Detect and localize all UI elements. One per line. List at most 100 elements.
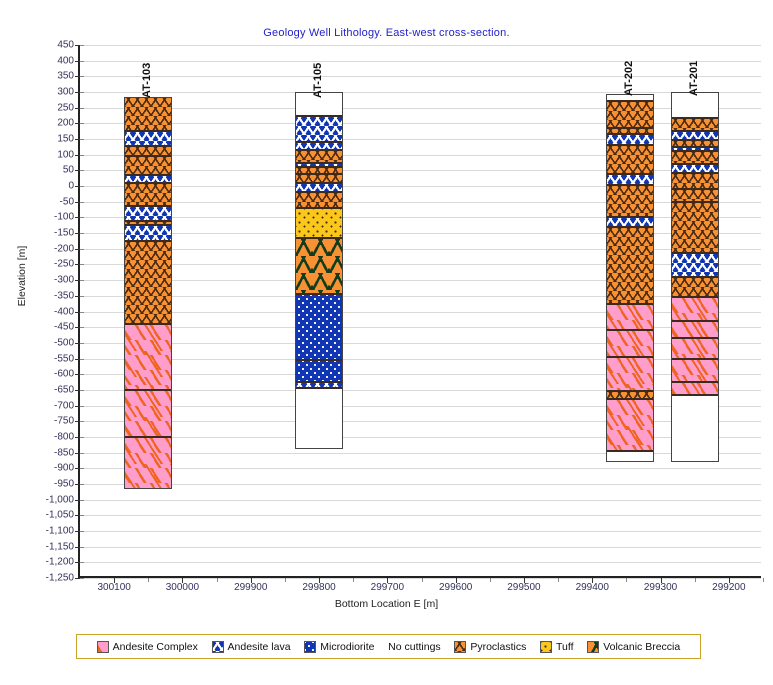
lithology-layer[interactable]	[670, 297, 719, 321]
gridline	[80, 515, 761, 517]
y-tick-inner-mark	[80, 342, 84, 344]
lithology-layer[interactable]	[670, 338, 719, 359]
legend-item[interactable]: Volcanic Breccia	[587, 640, 680, 653]
legend-item[interactable]: No cuttings	[388, 641, 441, 653]
lithology-layer[interactable]	[295, 173, 344, 183]
well-column[interactable]	[605, 93, 654, 462]
lithology-layer[interactable]	[605, 391, 654, 400]
lithology-chart: Geology Well Lithology. East-west cross-…	[0, 0, 773, 685]
legend-swatch-tuff-icon	[540, 640, 553, 653]
legend-label: No cuttings	[388, 640, 441, 653]
x-tick-minor-mark	[626, 578, 628, 582]
lithology-layer[interactable]	[670, 189, 719, 202]
y-tick-inner-mark	[80, 139, 84, 141]
y-tick-inner-mark	[80, 154, 84, 156]
lithology-layer[interactable]	[295, 150, 344, 163]
legend-item[interactable]: Pyroclastics	[454, 640, 526, 653]
lithology-layer[interactable]	[295, 192, 344, 209]
legend-label: Andesite Complex	[112, 640, 198, 653]
lithology-layer[interactable]	[670, 139, 719, 147]
y-tick-inner-mark	[80, 358, 84, 360]
legend-item[interactable]: Tuff	[540, 640, 574, 653]
lithology-layer[interactable]	[605, 330, 654, 357]
y-tick-inner-mark	[80, 405, 84, 407]
lithology-layer[interactable]	[605, 173, 654, 185]
lithology-layer[interactable]	[670, 253, 719, 277]
lithology-layer[interactable]	[670, 320, 719, 339]
lithology-layer[interactable]	[295, 237, 344, 295]
lithology-layer[interactable]	[295, 182, 344, 193]
y-tick-inner-mark	[80, 421, 84, 423]
well-column[interactable]	[295, 92, 344, 450]
lithology-layer[interactable]	[295, 360, 344, 383]
lithology-layer[interactable]	[605, 134, 654, 146]
y-tick-label: -100	[53, 211, 74, 223]
y-tick-inner-mark	[80, 201, 84, 203]
lithology-layer[interactable]	[295, 115, 344, 143]
lithology-layer[interactable]	[124, 240, 173, 325]
lithology-layer[interactable]	[670, 172, 719, 190]
lithology-layer[interactable]	[124, 131, 173, 146]
lithology-layer[interactable]	[124, 182, 173, 207]
lithology-layer[interactable]	[605, 217, 654, 227]
lithology-layer[interactable]	[124, 175, 173, 183]
lithology-layer[interactable]	[295, 208, 344, 238]
lithology-layer[interactable]	[295, 388, 344, 450]
legend-swatch-andesite-complex-icon	[96, 640, 109, 653]
x-tick-label: 300000	[165, 582, 200, 593]
gridline	[80, 186, 761, 188]
y-tick-label: 50	[62, 164, 74, 176]
gridline	[80, 107, 761, 109]
y-tick-label: -550	[53, 353, 74, 365]
lithology-layer[interactable]	[605, 101, 654, 129]
gridline	[80, 92, 761, 94]
lithology-layer[interactable]	[295, 166, 344, 174]
lithology-layer[interactable]	[670, 276, 719, 298]
y-tick-inner-mark	[80, 578, 84, 579]
lithology-layer[interactable]	[124, 389, 173, 437]
lithology-layer[interactable]	[670, 382, 719, 395]
x-tick-minor-mark	[284, 578, 286, 582]
lithology-layer[interactable]	[670, 150, 719, 165]
y-tick-label: -950	[53, 478, 74, 490]
legend-item[interactable]: Andesite lava	[211, 640, 291, 653]
lithology-layer[interactable]	[605, 226, 654, 304]
lithology-layer[interactable]	[124, 145, 173, 157]
lithology-layer[interactable]	[605, 399, 654, 451]
lithology-layer[interactable]	[605, 145, 654, 174]
legend-item[interactable]: Andesite Complex	[96, 640, 198, 653]
y-tick-inner-mark	[80, 483, 84, 485]
lithology-layer[interactable]	[670, 117, 719, 132]
gridline	[80, 76, 761, 78]
lithology-layer[interactable]	[295, 294, 344, 361]
lithology-layer[interactable]	[295, 142, 344, 150]
lithology-layer[interactable]	[605, 303, 654, 331]
lithology-layer[interactable]	[605, 184, 654, 218]
lithology-layer[interactable]	[124, 206, 173, 221]
lithology-layer[interactable]	[124, 225, 173, 241]
lithology-layer[interactable]	[124, 156, 173, 176]
lithology-layer[interactable]	[670, 201, 719, 254]
lithology-layer[interactable]	[605, 356, 654, 392]
y-tick-inner-mark	[80, 248, 84, 250]
lithology-layer[interactable]	[670, 131, 719, 140]
lithology-layer[interactable]	[670, 394, 719, 462]
y-tick-label: -900	[53, 462, 74, 474]
y-tick-inner-mark	[80, 515, 84, 517]
lithology-layer[interactable]	[670, 164, 719, 173]
well-column[interactable]	[124, 96, 173, 489]
lithology-layer[interactable]	[605, 451, 654, 462]
lithology-layer[interactable]	[124, 96, 173, 132]
gridline	[80, 264, 761, 266]
gridline	[80, 327, 761, 329]
lithology-layer[interactable]	[124, 436, 173, 489]
well-column[interactable]	[670, 92, 719, 462]
well-label: AT-103	[141, 62, 154, 99]
legend-item[interactable]: Microdiorite	[304, 640, 375, 653]
lithology-layer[interactable]	[670, 358, 719, 383]
y-tick-label: -1,150	[45, 541, 74, 553]
y-tick-label: -1,050	[45, 509, 74, 521]
legend-label: Tuff	[556, 640, 574, 653]
y-tick-label: 400	[57, 55, 74, 67]
lithology-layer[interactable]	[124, 324, 173, 390]
